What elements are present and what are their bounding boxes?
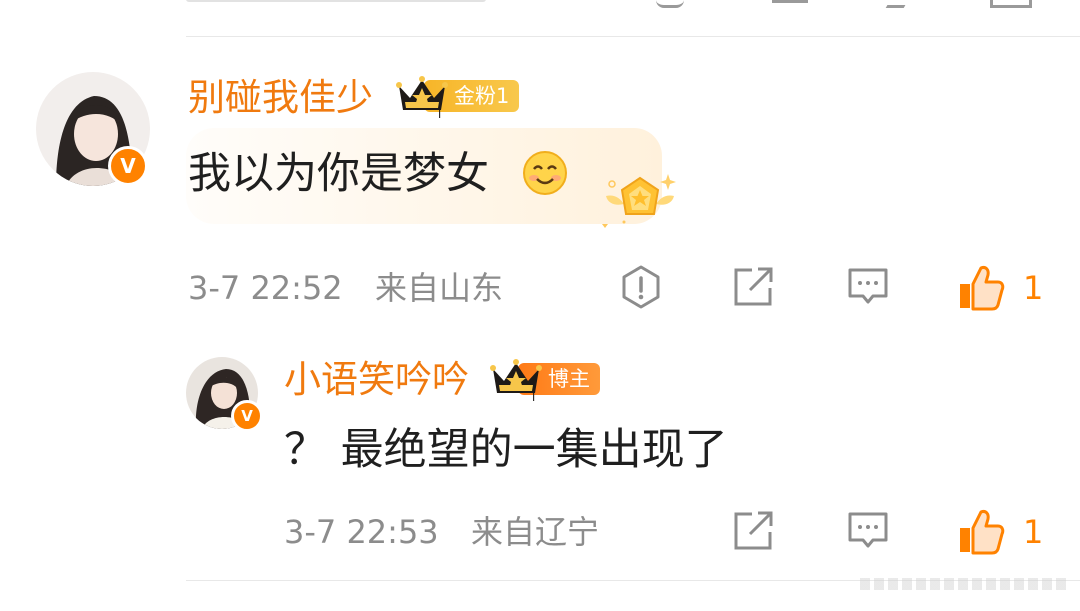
like-button[interactable]: 1 bbox=[956, 506, 1046, 556]
watermark bbox=[860, 578, 1070, 590]
comment-icon[interactable] bbox=[846, 510, 890, 556]
comment-icon[interactable] bbox=[846, 266, 890, 312]
like-count: 1 bbox=[1023, 269, 1044, 307]
previous-actions-cut bbox=[650, 0, 1050, 8]
comment-location: 来自山东 bbox=[375, 269, 504, 307]
reply-location: 来自辽宁 bbox=[471, 513, 600, 551]
crown-icon: I bbox=[396, 76, 448, 118]
crown-icon: I bbox=[490, 359, 542, 401]
share-icon[interactable] bbox=[732, 510, 776, 556]
svg-text:I: I bbox=[532, 391, 535, 401]
blogger-badge[interactable]: I 博主 bbox=[490, 357, 600, 401]
like-icon bbox=[960, 510, 1005, 555]
share-icon[interactable] bbox=[732, 266, 776, 312]
report-icon[interactable] bbox=[618, 264, 664, 314]
comment-time: 3-7 22:52 bbox=[188, 269, 343, 307]
svg-text:I: I bbox=[438, 108, 441, 118]
comment-text: 我以为你是梦女 bbox=[188, 149, 489, 199]
reply-text: ？ 最绝望的一集出现了 bbox=[284, 425, 728, 475]
comment-meta: 3-7 22:52 来自山东 bbox=[188, 268, 503, 308]
verified-badge: V bbox=[108, 146, 148, 186]
fan-badge[interactable]: I 金粉1 bbox=[396, 74, 520, 118]
smile-emoji-icon bbox=[522, 150, 568, 200]
reply-time: 3-7 22:53 bbox=[284, 513, 439, 551]
username[interactable]: 小语笑吟吟 bbox=[284, 358, 469, 402]
fan-medal-decoration bbox=[598, 170, 682, 236]
verified-badge: V bbox=[231, 400, 263, 432]
like-icon bbox=[960, 266, 1005, 311]
like-button[interactable]: 1 bbox=[956, 262, 1046, 312]
username[interactable]: 别碰我佳少 bbox=[188, 76, 373, 120]
previous-comment-meta-cut bbox=[186, 0, 506, 4]
reply-meta: 3-7 22:53 来自辽宁 bbox=[284, 512, 599, 552]
like-count: 1 bbox=[1023, 513, 1044, 551]
